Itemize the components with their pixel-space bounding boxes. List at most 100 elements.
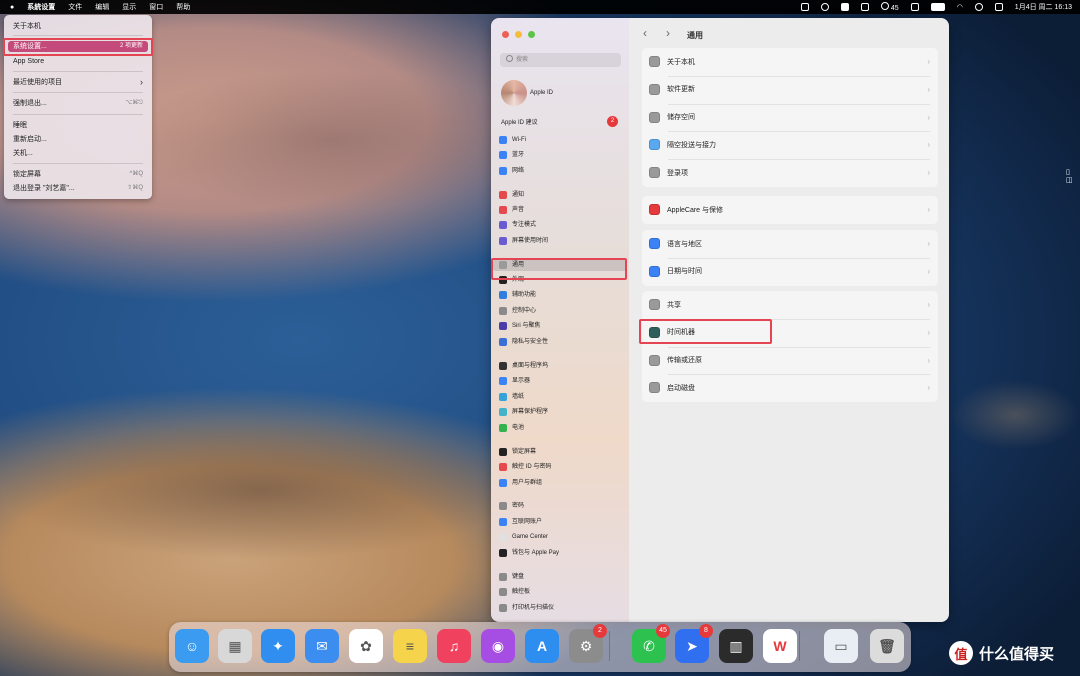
menu-item-recent-items[interactable]: 最近使用的项目 › <box>8 77 148 88</box>
sidebar-item[interactable]: 触控板 <box>499 586 530 598</box>
search-icon[interactable] <box>974 3 983 11</box>
menu-help[interactable]: 帮助 <box>176 2 190 12</box>
avatar[interactable] <box>501 80 527 106</box>
apple-id-label[interactable]: Apple ID <box>530 90 553 96</box>
preview-icon[interactable]: ▭ <box>824 629 858 663</box>
settings-row[interactable]: 时间机器 › <box>642 319 938 346</box>
control-center-icon[interactable] <box>994 3 1003 11</box>
status-icon-4[interactable] <box>860 3 869 11</box>
sidebar-item[interactable]: 专注模式 <box>499 219 536 231</box>
safari-icon[interactable]: ✦ <box>261 629 295 663</box>
settings-row[interactable]: 语言与地区 › <box>642 230 938 257</box>
menu-item-log-out[interactable]: 退出登录 "刘艺嘉"... ⇧⌘Q <box>8 183 148 194</box>
back-chevron-icon[interactable]: ‹ <box>643 26 647 40</box>
launchpad-icon[interactable]: ▦ <box>218 629 252 663</box>
menu-item-system-settings[interactable]: 系统设置... 2 项更新 <box>8 41 148 52</box>
sidebar-item[interactable]: 显示器 <box>499 375 530 387</box>
status-icon-2[interactable] <box>820 3 829 11</box>
sidebar-item-label: 控制中心 <box>512 308 537 314</box>
settings-row[interactable]: 关于本机 › <box>642 48 938 75</box>
status-icon-5[interactable] <box>910 3 919 11</box>
sidebar-item[interactable]: 辅助功能 <box>499 289 536 301</box>
sidebar-item[interactable]: 锁定屏幕 <box>499 446 536 458</box>
activity-monitor-icon[interactable]: ▥ <box>719 629 753 663</box>
search-input[interactable]: 搜索 <box>500 53 621 67</box>
sidebar-item[interactable]: 通用 <box>493 259 627 271</box>
dock-badge-feishu: 8 <box>699 624 713 638</box>
menu-item-shutdown[interactable]: 关机... <box>8 148 148 159</box>
settings-row[interactable]: 日期与时间 › <box>642 258 938 285</box>
sidebar-item[interactable]: 声音 <box>499 204 524 216</box>
menu-item-sleep[interactable]: 睡眠 <box>8 120 148 131</box>
sidebar-item[interactable]: Siri 与聚焦 <box>499 320 540 332</box>
sidebar-item[interactable]: 用户与群组 <box>499 477 542 489</box>
wechat-status[interactable]: 45 <box>880 2 899 12</box>
menubar-datetime[interactable]: 1月4日 周二 16:13 <box>1015 2 1072 12</box>
menu-item-label: 关机... <box>13 150 33 157</box>
sidebar-item[interactable]: 屏幕保护程序 <box>499 406 548 418</box>
music-icon[interactable]: ♫ <box>437 629 471 663</box>
sidebar-item[interactable]: 蓝牙 <box>499 149 524 161</box>
sidebar-item[interactable]: Wi-Fi <box>499 134 526 146</box>
zoom-window-button[interactable] <box>528 31 535 38</box>
sidebar-item[interactable]: 通知 <box>499 189 524 201</box>
settings-row[interactable]: 隔空投送与接力 › <box>642 131 938 158</box>
sidebar-item[interactable]: Game Center <box>499 531 548 543</box>
settings-row[interactable]: 登录项 › <box>642 159 938 186</box>
sidebar-item[interactable]: 屏幕使用时间 <box>499 235 548 247</box>
menu-edit[interactable]: 编辑 <box>95 2 109 12</box>
menu-item-lock-screen[interactable]: 锁定屏幕 ^⌘Q <box>8 169 148 180</box>
sidebar-item[interactable]: 墙纸 <box>499 391 524 403</box>
menu-item-restart[interactable]: 重新启动... <box>8 134 148 145</box>
settings-row[interactable]: 软件更新 › <box>642 76 938 103</box>
settings-row[interactable]: 共享 › <box>642 291 938 318</box>
sidebar-item[interactable]: 钱包与 Apple Pay <box>499 547 559 559</box>
forward-chevron-icon[interactable]: › <box>666 26 670 40</box>
sidebar-item[interactable]: 隐私与安全性 <box>499 336 548 348</box>
trash-icon[interactable]: 🗑 <box>870 629 904 663</box>
sidebar-item[interactable]: 打印机与扫描仪 <box>499 602 554 614</box>
menu-item-app-store[interactable]: App Store <box>8 56 148 67</box>
mail-icon[interactable]: ✉ <box>305 629 339 663</box>
settings-row[interactable]: 启动磁盘 › <box>642 374 938 401</box>
menu-app-name[interactable]: 系統设置 <box>27 2 55 12</box>
sidebar-item-label: 用户与群组 <box>512 480 543 486</box>
menu-item-about[interactable]: 关于本机 <box>8 21 148 32</box>
sidebar-item[interactable]: 控制中心 <box>499 305 536 317</box>
sidebar-item[interactable]: 外观 <box>499 274 524 286</box>
menu-item-label: 强制退出... <box>13 100 47 107</box>
sidebar-item[interactable]: 网络 <box>499 165 524 177</box>
search-placeholder: 搜索 <box>516 57 529 63</box>
wps-icon[interactable]: W <box>763 629 797 663</box>
sidebar-item-label: 钱包与 Apple Pay <box>512 550 560 556</box>
sidebar-item[interactable]: 桌面与程序坞 <box>499 360 548 372</box>
status-icon-1[interactable] <box>800 3 809 11</box>
menu-item-label: 睡眠 <box>13 122 27 129</box>
settings-row[interactable]: 储存空间 › <box>642 104 938 131</box>
apple-logo-icon[interactable]: ● <box>10 4 14 11</box>
apple-id-suggestions[interactable]: Apple ID 建议 <box>501 117 538 126</box>
sidebar-item[interactable]: 密码 <box>499 500 524 512</box>
status-icon-3[interactable] <box>840 3 849 11</box>
sidebar-item-label: 触控板 <box>512 589 531 595</box>
notes-icon[interactable]: ≡ <box>393 629 427 663</box>
menu-file[interactable]: 文件 <box>68 2 82 12</box>
wifi-icon[interactable]: ◠ <box>957 3 963 11</box>
search-icon <box>506 55 513 62</box>
close-window-button[interactable] <box>502 31 509 38</box>
photos-icon[interactable]: ✿ <box>349 629 383 663</box>
menu-item-force-quit[interactable]: 强制退出... ⌥⌘⎋ <box>8 98 148 109</box>
settings-row[interactable]: 传输或还原 › <box>642 347 938 374</box>
sidebar-item[interactable]: 电池 <box>499 422 524 434</box>
sidebar-item[interactable]: 触控 ID 与密码 <box>499 461 551 473</box>
minimize-window-button[interactable] <box>515 31 522 38</box>
podcasts-icon[interactable]: ◉ <box>481 629 515 663</box>
sidebar-item[interactable]: 互联网账户 <box>499 516 542 528</box>
menu-window[interactable]: 窗口 <box>149 2 163 12</box>
sidebar-item[interactable]: 键盘 <box>499 571 524 583</box>
settings-row[interactable]: AppleCare 与保修 › <box>642 196 938 223</box>
finder-icon[interactable]: ☺ <box>175 629 209 663</box>
menu-view[interactable]: 显示 <box>122 2 136 12</box>
battery-icon[interactable] <box>930 3 945 11</box>
app-store-icon[interactable]: A <box>525 629 559 663</box>
